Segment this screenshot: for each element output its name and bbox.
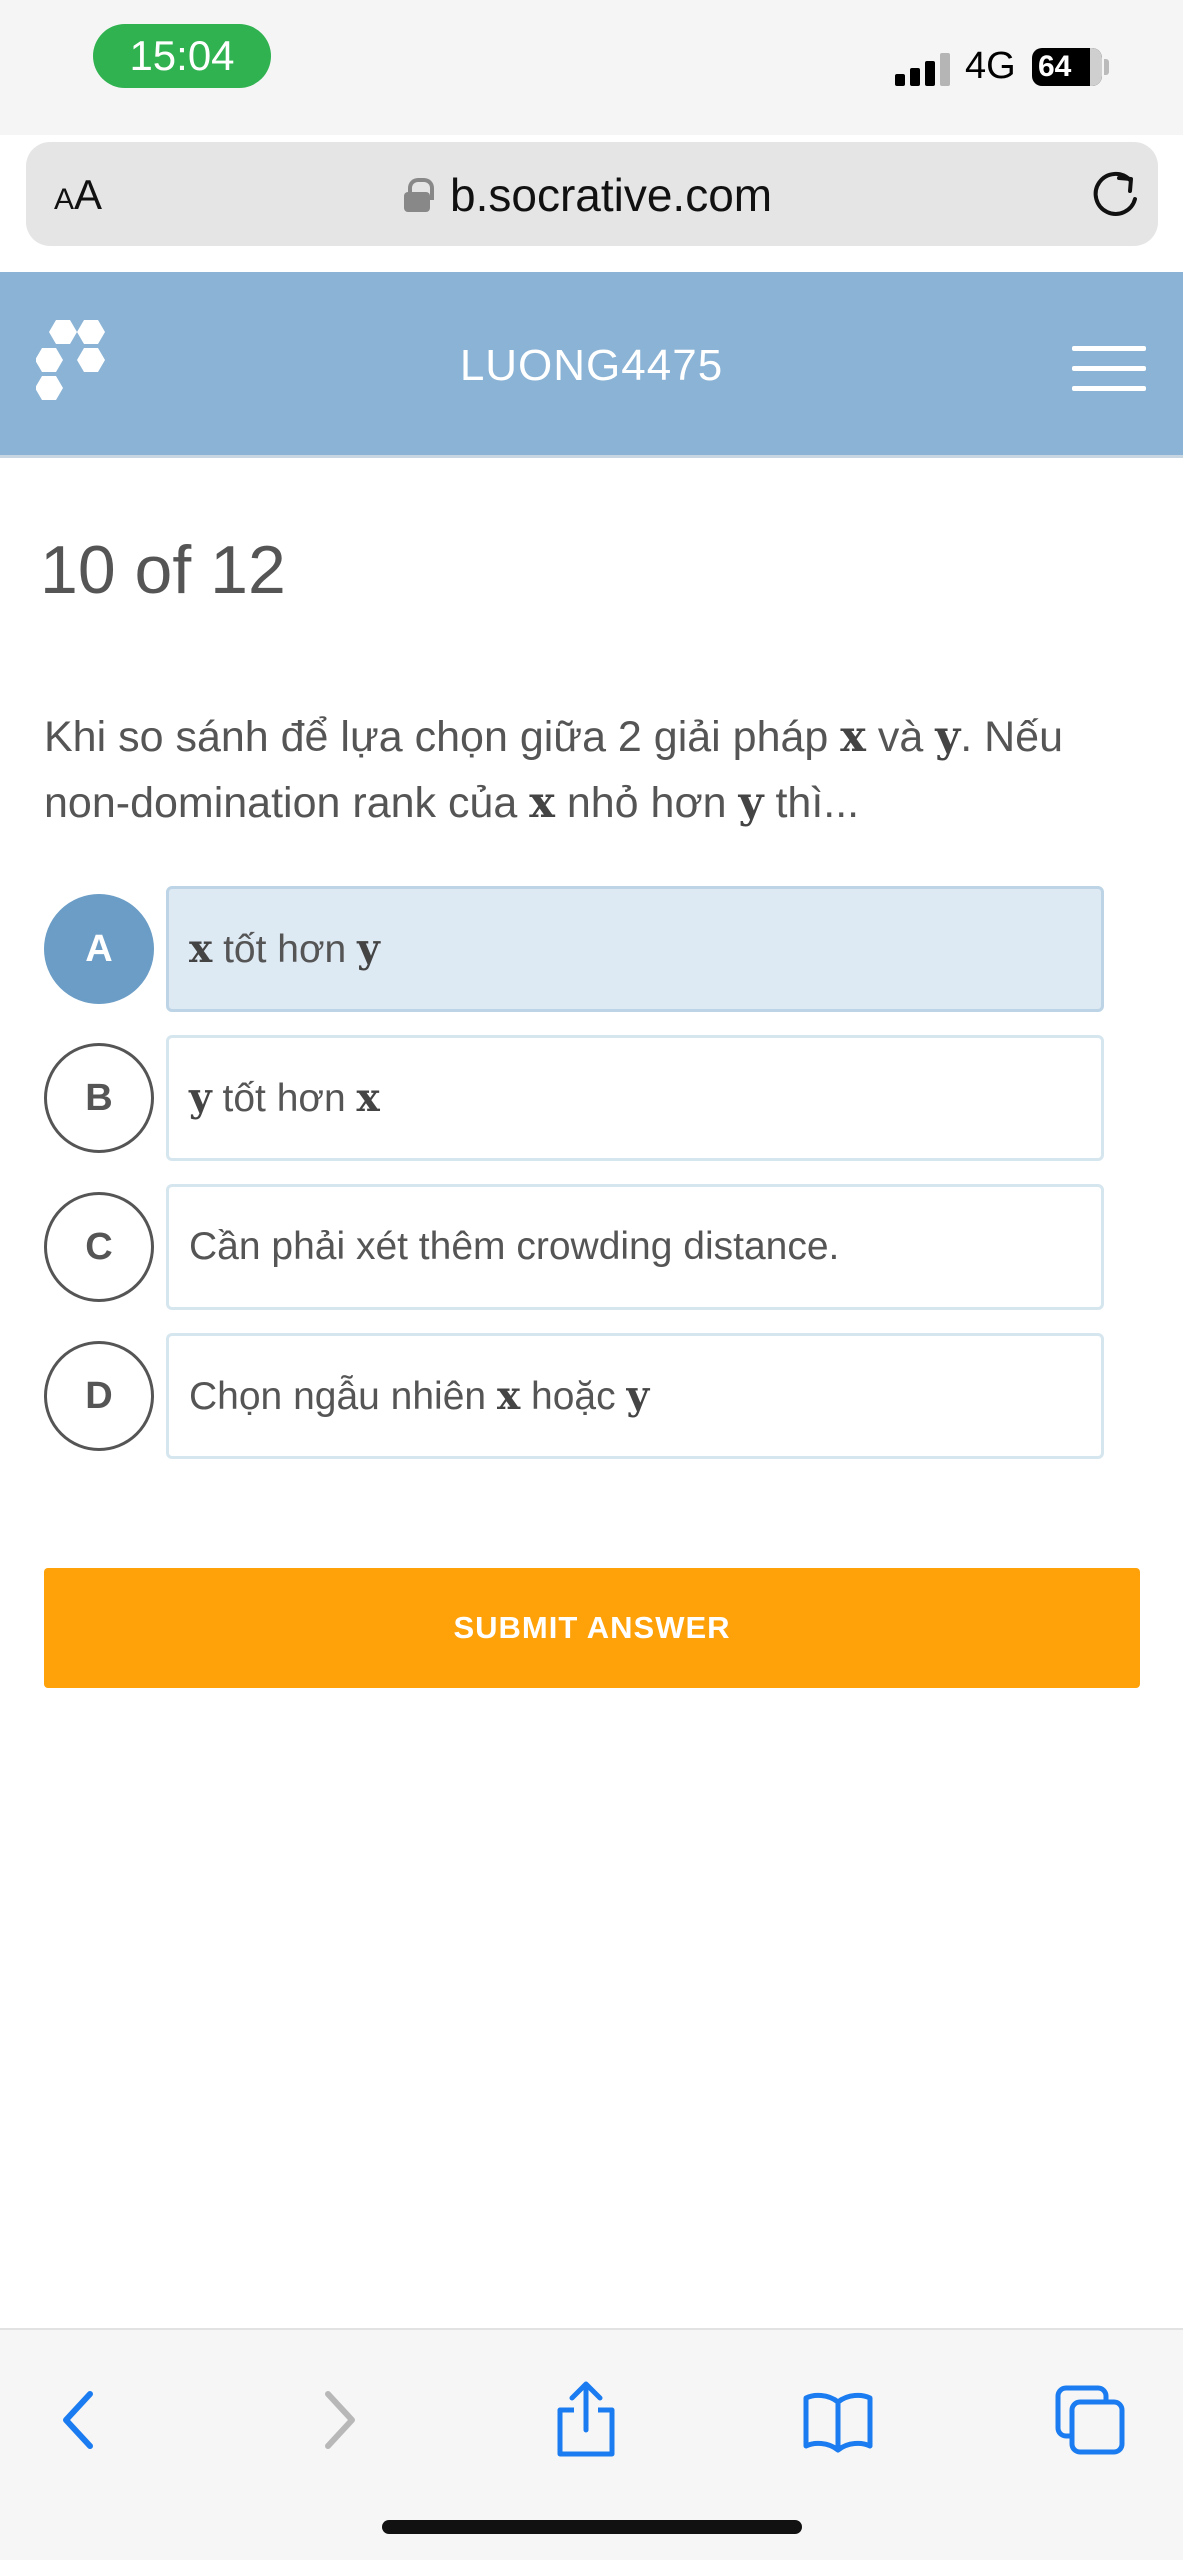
question-progress: 10 of 12 — [40, 532, 286, 608]
option-text[interactable]: Chọn ngẫu nhiên x hoặc y — [166, 1333, 1104, 1459]
option-letter[interactable]: B — [44, 1043, 154, 1153]
room-name: LUONG4475 — [459, 341, 724, 390]
option-text[interactable]: y tốt hơn x — [166, 1035, 1104, 1161]
battery-icon: 64 — [1032, 48, 1102, 86]
answer-option-a[interactable]: A x tốt hơn y — [44, 886, 1104, 1012]
option-text[interactable]: x tốt hơn y — [166, 886, 1104, 1012]
math-var: y — [935, 712, 961, 762]
bookmarks-icon[interactable] — [798, 2380, 878, 2460]
back-icon[interactable] — [40, 2380, 120, 2460]
option-letter[interactable]: C — [44, 1192, 154, 1302]
question-text: Khi so sánh để lựa chọn giữa 2 giải pháp… — [44, 712, 1064, 828]
address-bar[interactable]: AA b.socrative.com — [26, 142, 1158, 246]
answer-option-c[interactable]: C Cần phải xét thêm crowding distance. — [44, 1184, 1104, 1310]
math-var: x — [840, 712, 866, 762]
status-time: 15:04 — [93, 24, 271, 88]
option-text[interactable]: Cần phải xét thêm crowding distance. — [166, 1184, 1104, 1310]
app-header: LUONG4475 — [0, 272, 1183, 458]
hamburger-menu-icon[interactable] — [1072, 346, 1146, 392]
math-var: x — [529, 778, 555, 828]
answer-option-d[interactable]: D Chọn ngẫu nhiên x hoặc y — [44, 1333, 1104, 1459]
share-icon[interactable] — [546, 2380, 626, 2460]
network-label: 4G — [965, 45, 1016, 87]
tabs-icon[interactable] — [1050, 2380, 1130, 2460]
status-bar: 15:04 4G 64 — [0, 0, 1183, 135]
home-indicator — [382, 2520, 802, 2534]
reload-icon[interactable] — [1086, 166, 1144, 224]
option-letter[interactable]: D — [44, 1341, 154, 1451]
lock-icon — [404, 178, 434, 212]
forward-icon[interactable] — [298, 2380, 378, 2460]
battery-tip — [1104, 59, 1109, 75]
option-letter[interactable]: A — [44, 894, 154, 1004]
text-size-button[interactable]: AA — [54, 170, 102, 225]
signal-icon — [895, 52, 955, 86]
submit-answer-button[interactable]: SUBMIT ANSWER — [44, 1568, 1140, 1688]
answer-option-b[interactable]: B y tốt hơn x — [44, 1035, 1104, 1161]
url-domain[interactable]: b.socrative.com — [450, 168, 772, 222]
math-var: y — [738, 778, 764, 828]
